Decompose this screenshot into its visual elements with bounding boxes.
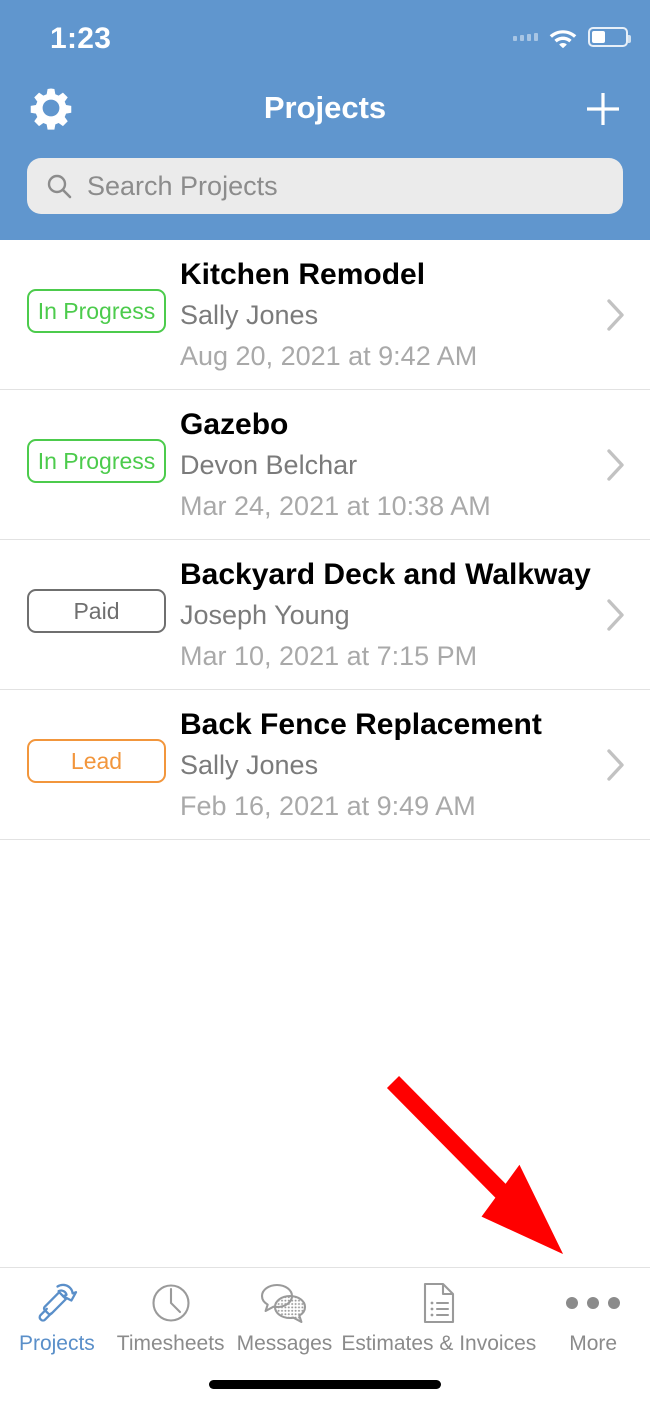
document-list-icon xyxy=(419,1276,459,1330)
project-client: Joseph Young xyxy=(180,600,350,631)
search-input[interactable]: Search Projects xyxy=(27,158,623,214)
project-date: Mar 10, 2021 at 7:15 PM xyxy=(180,640,478,671)
tab-projects[interactable]: Projects xyxy=(0,1268,114,1368)
project-title: Kitchen Remodel xyxy=(180,258,426,291)
phone-screen: 1:23 Projects Search Projects In Progres… xyxy=(0,0,650,1407)
nav-bar: Projects xyxy=(0,82,650,146)
status-bar-time: 1:23 xyxy=(50,22,112,55)
chevron-right-icon xyxy=(607,748,624,781)
project-info: Gazebo Devon Belchar Mar 24, 2021 at 10:38… xyxy=(180,406,590,526)
page-title: Projects xyxy=(263,90,387,125)
gear-icon xyxy=(30,88,72,130)
chat-bubbles-icon xyxy=(257,1276,311,1330)
wifi-icon xyxy=(549,30,577,48)
clock-icon xyxy=(147,1276,195,1330)
project-info: Backyard Deck and Walkway Joseph Young Mar… xyxy=(180,556,591,676)
signal-dots-icon xyxy=(513,33,538,41)
project-title: Gazebo xyxy=(180,408,289,441)
project-row[interactable]: Paid Backyard Deck and Walkway Joseph Youn… xyxy=(0,540,650,690)
tab-estimates-invoices[interactable]: Estimates & Invoices xyxy=(341,1268,536,1368)
plus-icon xyxy=(587,93,619,125)
home-indicator xyxy=(209,1380,441,1389)
status-badge: Lead xyxy=(27,739,166,783)
hammer-icon xyxy=(33,1276,81,1330)
project-date: Feb 16, 2021 at 9:49 AM xyxy=(180,790,476,821)
project-info: Kitchen Remodel Sally Jones Aug 20, 2021 a… xyxy=(180,256,590,376)
tab-label-more: More xyxy=(569,1332,618,1355)
project-row[interactable]: In Progress Gazebo Devon Belchar Mar 24, 20… xyxy=(0,390,650,540)
search-placeholder: Search Projects xyxy=(87,170,278,201)
tab-timesheets[interactable]: Timesheets xyxy=(114,1268,228,1368)
status-badge: In Progress xyxy=(27,289,166,333)
chevron-right-icon xyxy=(607,298,624,331)
add-project-button[interactable] xyxy=(578,84,628,134)
status-badge: Paid xyxy=(27,589,166,633)
project-list: In Progress Kitchen Remodel Sally Jones Aug… xyxy=(0,240,650,840)
project-title: Backyard Deck and Walkway xyxy=(180,558,591,591)
search-icon xyxy=(47,174,72,199)
status-bar-indicators xyxy=(513,26,631,48)
battery-icon xyxy=(588,27,631,47)
status-badge: In Progress xyxy=(27,439,166,483)
tab-more[interactable]: More xyxy=(536,1268,650,1368)
app-header: 1:23 Projects Search Projects xyxy=(0,0,650,240)
tab-messages[interactable]: Messages xyxy=(228,1268,342,1368)
project-client: Sally Jones xyxy=(180,300,319,331)
project-client: Devon Belchar xyxy=(180,450,358,481)
project-client: Sally Jones xyxy=(180,750,319,781)
ellipsis-icon xyxy=(566,1276,621,1330)
project-row[interactable]: Lead Back Fence Replacement Sally Jones Feb… xyxy=(0,690,650,840)
tab-label-messages: Messages xyxy=(236,1332,333,1355)
project-title: Back Fence Replacement xyxy=(180,708,542,741)
project-info: Back Fence Replacement Sally Jones Feb 16,… xyxy=(180,706,590,826)
project-date: Mar 24, 2021 at 10:38 AM xyxy=(180,490,491,521)
project-row[interactable]: In Progress Kitchen Remodel Sally Jones Aug… xyxy=(0,240,650,390)
tab-label-estimates-invoices: Estimates & Invoices xyxy=(341,1332,537,1355)
project-date: Aug 20, 2021 at 9:42 AM xyxy=(180,340,478,371)
chevron-right-icon xyxy=(607,448,624,481)
chevron-right-icon xyxy=(607,598,624,631)
settings-button[interactable] xyxy=(25,82,77,134)
status-bar: 1:23 xyxy=(0,0,650,70)
tab-label-timesheets: Timesheets xyxy=(116,1332,225,1355)
tab-label-projects: Projects xyxy=(18,1332,95,1355)
